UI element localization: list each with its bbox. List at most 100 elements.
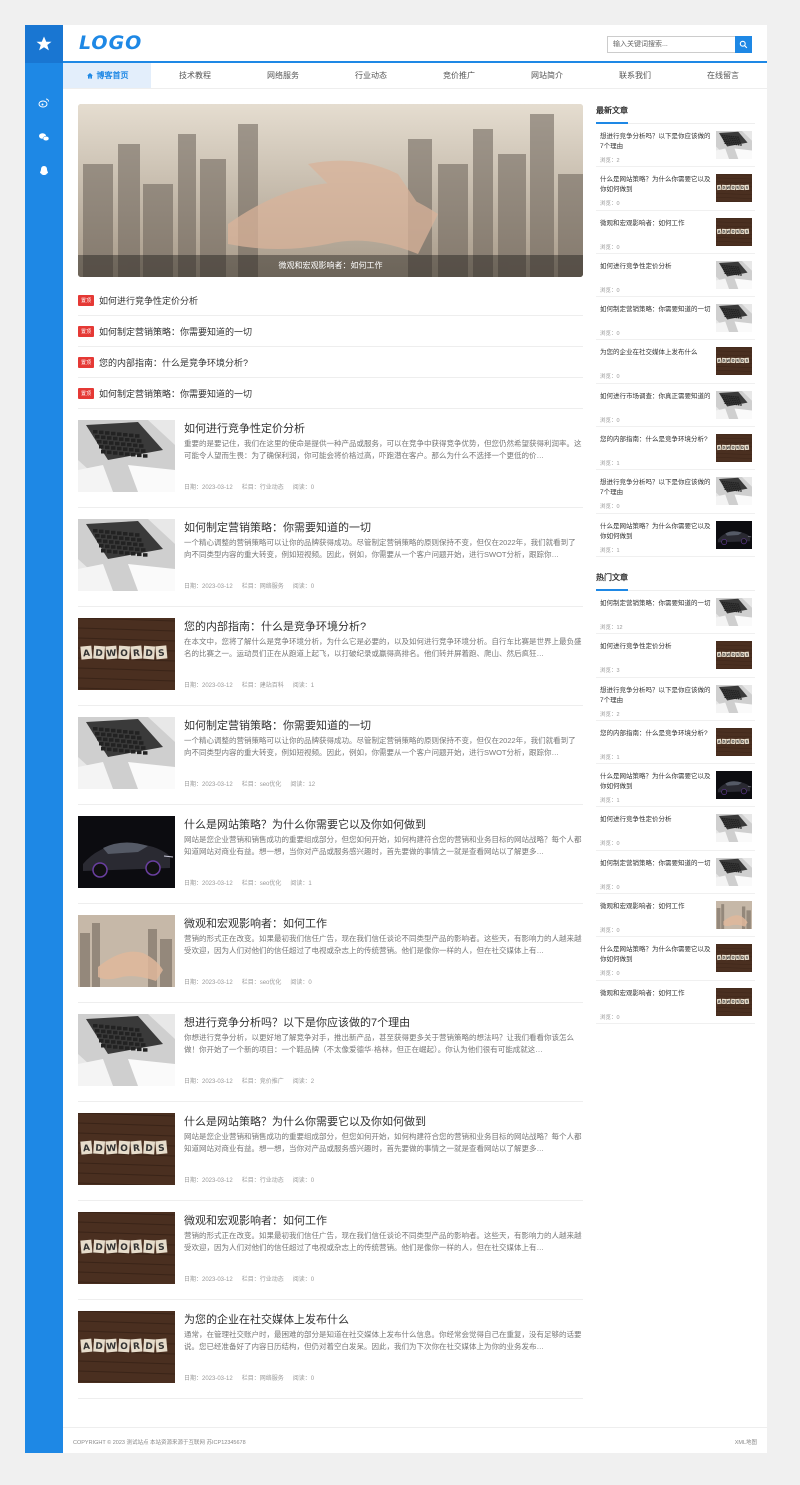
hot-list-item[interactable]: 如何制定营销策略：你需要知道的一切 浏览：0 (596, 851, 755, 895)
post-title[interactable]: 您的内部指南：什么是竞争环境分析? (184, 618, 366, 634)
latest-list-item[interactable]: 为您的企业在社交媒体上发布什么 浏览：0 A D W O R D S (596, 340, 755, 384)
latest-list-item[interactable]: 想进行竞争分析吗？以下是你应该做的7个理由 浏览：2 (596, 124, 755, 168)
side-post-thumbnail[interactable] (716, 131, 752, 159)
side-post-title[interactable]: 微观和宏观影响者：如何工作 (600, 902, 712, 912)
latest-list-item[interactable]: 如何进行竞争性定价分析 浏览：0 (596, 254, 755, 298)
nav-item-industry[interactable]: 行业动态 (327, 63, 415, 88)
post-category[interactable]: 栏目：网络服务 (242, 584, 284, 590)
side-post-title[interactable]: 如何进行市场调查：你真正需要知道的 (600, 392, 712, 402)
post-thumbnail[interactable]: ADWORDS (78, 1311, 175, 1383)
latest-list-item[interactable]: 什么是网站策略？为什么你需要它以及你如何做到 浏览：1 (596, 514, 755, 557)
side-post-title[interactable]: 为您的企业在社交媒体上发布什么 (600, 348, 712, 358)
side-post-thumbnail[interactable]: ADWORDS (716, 727, 752, 756)
side-post-title[interactable]: 什么是网站策略？为什么你需要它以及你如何做到 (600, 772, 712, 792)
post-category[interactable]: 栏目：建站百科 (242, 683, 284, 689)
post-title[interactable]: 微观和宏观影响者：如何工作 (184, 915, 327, 931)
side-post-thumbnail[interactable]: ADWORDS (716, 641, 752, 670)
side-post-title[interactable]: 什么是网站策略？为什么你需要它以及你如何做到 (600, 175, 712, 195)
hot-list-item[interactable]: 什么是网站策略？为什么你需要它以及你如何做到 浏览：1 (596, 764, 755, 808)
post-category[interactable]: 栏目：行业动态 (242, 1277, 284, 1283)
side-post-thumbnail[interactable] (716, 520, 752, 549)
side-post-title[interactable]: 什么是网站策略？为什么你需要它以及你如何做到 (600, 522, 712, 542)
side-post-thumbnail[interactable] (716, 857, 752, 886)
post-thumbnail[interactable] (78, 1014, 175, 1086)
side-post-thumbnail[interactable]: ADWORDS (716, 217, 752, 246)
side-post-title[interactable]: 如何进行竞争性定价分析 (600, 642, 712, 652)
post-category[interactable]: 栏目：seo优化 (242, 782, 282, 788)
side-post-thumbnail[interactable]: ADWORDS (716, 987, 752, 1016)
side-post-thumbnail[interactable] (716, 901, 752, 930)
hot-list-item[interactable]: 微观和宏观影响者：如何工作 浏览：0 (596, 894, 755, 938)
hot-list-item[interactable]: 您的内部指南：什么是竞争环境分析? 浏览：1 A D W O R D S (596, 721, 755, 765)
post-title[interactable]: 什么是网站策略？为什么你需要它以及你如何做到 (184, 1113, 426, 1129)
side-post-thumbnail[interactable] (716, 597, 752, 626)
side-post-thumbnail[interactable]: ADWORDS (716, 347, 752, 376)
post-title[interactable]: 如何制定营销策略：你需要知道的一切 (184, 717, 371, 733)
post-title[interactable]: 如何制定营销策略：你需要知道的一切 (184, 519, 371, 535)
search-input[interactable]: 输入关键词搜索... (608, 37, 735, 52)
nav-item-message[interactable]: 在线留言 (679, 63, 767, 88)
post-title[interactable]: 想进行竞争分析吗？以下是你应该做的7个理由 (184, 1014, 410, 1030)
side-post-thumbnail[interactable]: ADWORDS (716, 944, 752, 973)
side-post-title[interactable]: 如何制定营销策略：你需要知道的一切 (600, 859, 712, 869)
hot-list-item[interactable]: 想进行竞争分析吗？以下是你应该做的7个理由 浏览：2 (596, 678, 755, 721)
post-thumbnail[interactable]: ADWORDS (78, 1212, 175, 1284)
latest-list-item[interactable]: 您的内部指南：什么是竞争环境分析? 浏览：1 A D W O R D S (596, 427, 755, 471)
nav-item-services[interactable]: 网络服务 (239, 63, 327, 88)
latest-list-item[interactable]: 想进行竞争分析吗？以下是你应该做的7个理由 浏览：0 (596, 470, 755, 514)
latest-list-item[interactable]: 如何制定营销策略：你需要知道的一切 浏览：0 (596, 297, 755, 341)
side-post-title[interactable]: 微观和宏观影响者：如何工作 (600, 989, 712, 999)
headline-item[interactable]: 置顶 您的内部指南：什么是竞争环境分析? (78, 347, 583, 378)
post-thumbnail[interactable] (78, 420, 175, 492)
post-category[interactable]: 栏目：竞价推广 (242, 1079, 284, 1085)
headline-item[interactable]: 置顶 如何进行竞争性定价分析 (78, 285, 583, 316)
side-post-thumbnail[interactable] (716, 814, 752, 843)
hot-list-item[interactable]: 如何制定营销策略：你需要知道的一切 浏览：12 (596, 591, 755, 635)
side-post-title[interactable]: 想进行竞争分析吗？以下是你应该做的7个理由 (600, 132, 712, 152)
logo[interactable]: LOGO (79, 32, 142, 54)
hot-list-item[interactable]: 如何进行竞争性定价分析 浏览：0 (596, 807, 755, 851)
post-thumbnail[interactable] (78, 915, 175, 987)
side-post-title[interactable]: 如何进行竞争性定价分析 (600, 262, 712, 272)
nav-item-contact[interactable]: 联系我们 (591, 63, 679, 88)
side-post-thumbnail[interactable] (716, 771, 752, 800)
side-post-title[interactable]: 您的内部指南：什么是竞争环境分析? (600, 729, 712, 739)
side-post-thumbnail[interactable]: ADWORDS (716, 174, 752, 203)
side-post-thumbnail[interactable]: ADWORDS (716, 434, 752, 463)
latest-list-item[interactable]: 微观和宏观影响者：如何工作 浏览：0 A D W O R D S (596, 211, 755, 254)
nav-item-ppc[interactable]: 竞价推广 (415, 63, 503, 88)
side-post-title[interactable]: 想进行竞争分析吗？以下是你应该做的7个理由 (600, 478, 712, 498)
post-category[interactable]: 栏目：seo优化 (242, 980, 282, 986)
nav-item-home[interactable]: 博客首页 (63, 63, 151, 88)
side-post-title[interactable]: 您的内部指南：什么是竞争环境分析? (600, 435, 712, 445)
post-title[interactable]: 微观和宏观影响者：如何工作 (184, 1212, 327, 1228)
search-button[interactable] (735, 36, 752, 53)
hot-list-item[interactable]: 如何进行竞争性定价分析 浏览：3 A D W O R D S (596, 634, 755, 678)
xml-sitemap-link[interactable]: XML地图 (735, 1438, 757, 1446)
qq-icon[interactable] (25, 157, 63, 185)
side-post-thumbnail[interactable] (716, 260, 752, 289)
side-post-title[interactable]: 如何进行竞争性定价分析 (600, 815, 712, 825)
wechat-icon[interactable] (25, 123, 63, 151)
hot-list-item[interactable]: 微观和宏观影响者：如何工作 浏览：0 A D W O R D S (596, 981, 755, 1024)
nav-item-about[interactable]: 网站简介 (503, 63, 591, 88)
star-icon[interactable] (25, 25, 63, 63)
banner-slide[interactable]: 微观和宏观影响者：如何工作 (78, 104, 583, 277)
latest-list-item[interactable]: 什么是网站策略？为什么你需要它以及你如何做到 浏览：0 A D W O R D S (596, 167, 755, 211)
side-post-title[interactable]: 什么是网站策略？为什么你需要它以及你如何做到 (600, 945, 712, 965)
post-thumbnail[interactable] (78, 816, 175, 888)
hot-list-item[interactable]: 什么是网站策略？为什么你需要它以及你如何做到 浏览：0 A D W O R D S (596, 937, 755, 981)
weibo-icon[interactable] (25, 89, 63, 117)
side-post-title[interactable]: 想进行竞争分析吗？以下是你应该做的7个理由 (600, 686, 712, 706)
post-thumbnail[interactable]: ADWORDS (78, 1113, 175, 1185)
headline-item[interactable]: 置顶 如何制定营销策略：你需要知道的一切 (78, 378, 583, 409)
nav-item-tutorials[interactable]: 技术教程 (151, 63, 239, 88)
post-thumbnail[interactable] (78, 717, 175, 789)
latest-list-item[interactable]: 如何进行市场调查：你真正需要知道的 浏览：0 (596, 384, 755, 428)
side-post-title[interactable]: 微观和宏观影响者：如何工作 (600, 219, 712, 229)
side-post-title[interactable]: 如何制定营销策略：你需要知道的一切 (600, 305, 712, 315)
post-category[interactable]: 栏目：行业动态 (242, 1178, 284, 1184)
side-post-title[interactable]: 如何制定营销策略：你需要知道的一切 (600, 599, 712, 609)
post-category[interactable]: 栏目：seo优化 (242, 881, 282, 887)
post-title[interactable]: 为您的企业在社交媒体上发布什么 (184, 1311, 349, 1327)
